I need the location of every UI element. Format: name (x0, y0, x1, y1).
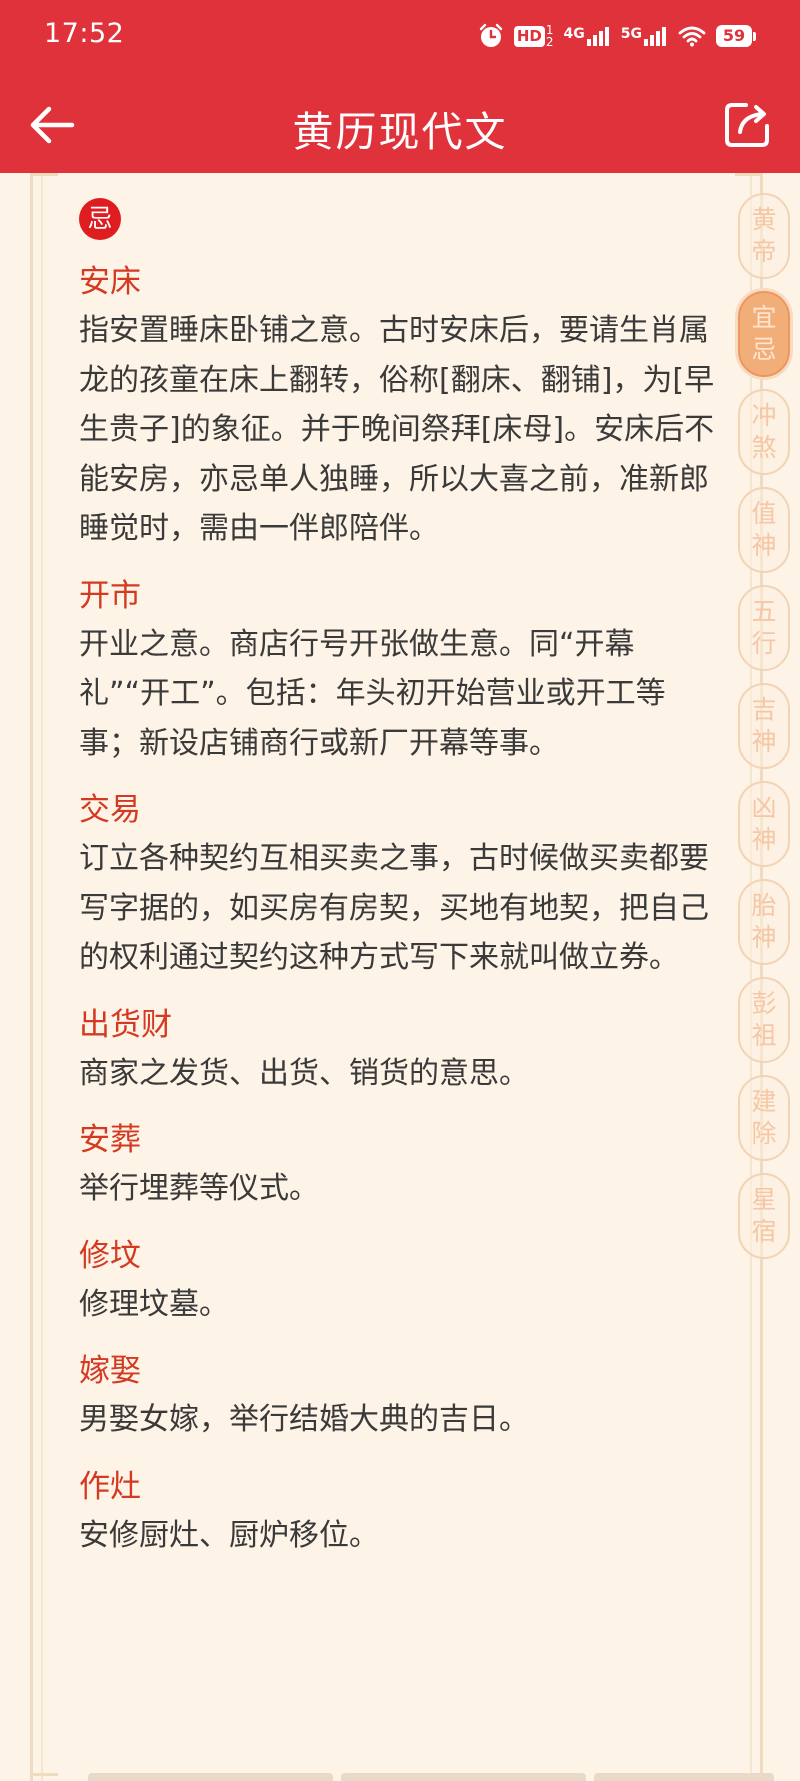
bottom-tab[interactable] (594, 1773, 774, 1781)
side-nav-item[interactable]: 宜忌 (738, 291, 790, 377)
entry-term: 安葬 (79, 1122, 141, 1158)
entry-description: 订立各种契约互相买卖之事，古时候做买卖都要写字据的，如买房有房契，买地有地契，把… (79, 841, 709, 975)
entry-term: 开市 (79, 577, 141, 614)
signal-4g-icon: 4G (564, 26, 611, 46)
hd-volte-icon: HD 12 (513, 24, 554, 48)
bottom-tab-strip (88, 1773, 774, 1781)
frame-corner-ornament (30, 173, 58, 201)
entry-description: 安修厨灶、厨炉移位。 (79, 1517, 379, 1553)
share-button[interactable] (716, 94, 778, 156)
entry-term: 嫁娶 (79, 1353, 141, 1389)
side-nav-item[interactable]: 值神 (738, 487, 790, 573)
entry-term: 安床 (79, 264, 141, 300)
entry-item: 交易订立各种契约互相买卖之事，古时候做买卖都要写字据的，如买房有房契，买地有地契… (79, 786, 719, 983)
frame-corner-ornament (735, 1748, 763, 1776)
content-area: 忌 安床指安置睡床卧铺之意。古时安床后，要请生肖属龙的孩童在床上翻转，俗称[翻床… (79, 198, 719, 1578)
entry-description: 指安置睡床卧铺之意。古时安床后，要请生肖属龙的孩童在床上翻转，俗称[翻床、翻铺]… (79, 313, 715, 546)
entry-term: 修坟 (79, 1237, 141, 1274)
side-nav-item[interactable]: 彭祖 (738, 977, 790, 1063)
entry-description: 商家之发货、出货、销货的意思。 (79, 1055, 529, 1091)
status-time: 17:52 (44, 18, 125, 49)
entry-item: 嫁娶男娶女嫁，举行结婚大典的吉日。 (79, 1347, 719, 1445)
side-nav-item[interactable]: 凶神 (738, 781, 790, 867)
entry-term: 出货财 (79, 1006, 172, 1043)
bottom-tab[interactable] (88, 1773, 333, 1781)
signal-5g-icon: 5G (621, 26, 668, 46)
side-nav-item[interactable]: 冲煞 (738, 389, 790, 475)
entry-item: 安葬举行埋葬等仪式。 (79, 1116, 719, 1214)
entry-description: 修理坟墓。 (79, 1286, 229, 1322)
status-icons: HD 12 4G 5G 59 (478, 20, 756, 52)
entry-description: 男娶女嫁，举行结婚大典的吉日。 (79, 1402, 529, 1437)
side-nav: 黄帝宜忌冲煞值神五行吉神凶神胎神彭祖建除星宿 (738, 193, 794, 1259)
nav-bar: 黄历现代文 (0, 80, 800, 168)
entry-item: 作灶安修厨灶、厨炉移位。 (79, 1463, 719, 1561)
bottom-tab[interactable] (341, 1773, 586, 1781)
status-bar: 17:52 HD 12 4G 5G 59 (0, 0, 800, 72)
side-nav-item[interactable]: 星宿 (738, 1173, 790, 1259)
entry-item: 开市开业之意。商店行号开张做生意。同“开幕礼”“开工”。包括：年头初开始营业或开… (79, 572, 719, 769)
entry-item: 安床指安置睡床卧铺之意。古时安床后，要请生肖属龙的孩童在床上翻转，俗称[翻床、翻… (79, 258, 719, 554)
side-nav-item[interactable]: 黄帝 (738, 193, 790, 279)
wifi-icon (678, 25, 706, 47)
side-nav-item[interactable]: 胎神 (738, 879, 790, 965)
entry-term: 交易 (79, 792, 141, 828)
share-export-icon (725, 103, 769, 147)
entry-description: 开业之意。商店行号开张做生意。同“开幕礼”“开工”。包括：年头初开始营业或开工等… (79, 626, 666, 761)
side-nav-item[interactable]: 吉神 (738, 683, 790, 769)
alarm-icon (478, 23, 504, 49)
side-nav-item[interactable]: 五行 (738, 585, 790, 671)
battery-level: 59 (716, 25, 752, 47)
battery-icon: 59 (716, 25, 756, 47)
entry-description: 举行埋葬等仪式。 (79, 1171, 319, 1206)
app-header: 17:52 HD 12 4G 5G 59 黄历现代文 (0, 0, 800, 173)
frame-corner-ornament (30, 1748, 58, 1776)
avoid-badge: 忌 (79, 198, 121, 240)
entry-item: 出货财商家之发货、出货、销货的意思。 (79, 1001, 719, 1099)
entry-list: 安床指安置睡床卧铺之意。古时安床后，要请生肖属龙的孩童在床上翻转，俗称[翻床、翻… (79, 258, 719, 1560)
entry-term: 作灶 (79, 1468, 141, 1505)
entry-item: 修坟 修理坟墓。 (79, 1232, 719, 1330)
side-nav-item[interactable]: 建除 (738, 1075, 790, 1161)
page-title: 黄历现代文 (292, 108, 508, 156)
